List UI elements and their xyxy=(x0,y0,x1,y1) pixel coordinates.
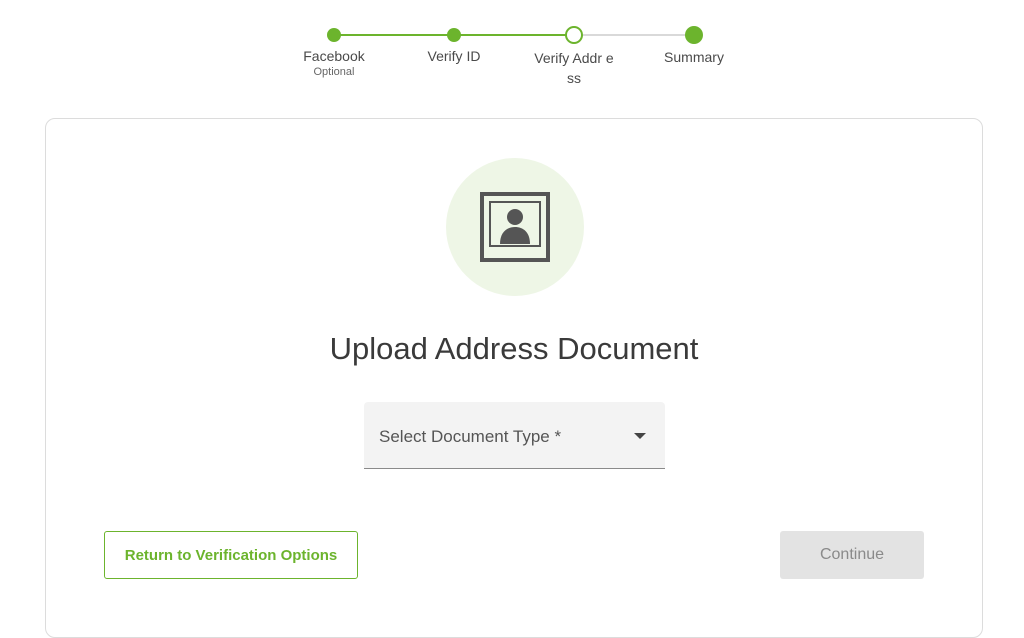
return-to-verification-options-button[interactable]: Return to Verification Options xyxy=(104,531,358,579)
step-facebook[interactable]: Facebook Optional xyxy=(284,25,384,78)
document-illustration xyxy=(446,158,584,296)
step-verify-address[interactable]: Verify Addr ess xyxy=(524,25,624,88)
step-current-ring-icon xyxy=(565,26,583,44)
continue-button[interactable]: Continue xyxy=(780,531,924,579)
step-verify-id[interactable]: Verify ID xyxy=(404,25,504,66)
progress-stepper: Facebook Optional Verify ID Verify Addr … xyxy=(274,25,754,95)
step-summary[interactable]: Summary xyxy=(644,25,744,67)
step-label: Verify ID xyxy=(427,48,481,64)
step-dot-icon xyxy=(685,26,703,44)
portrait-photo-icon xyxy=(480,192,550,262)
step-label: Summary xyxy=(664,49,724,65)
page-title: Upload Address Document xyxy=(329,331,699,366)
step-label: Verify Addr ess xyxy=(534,50,614,86)
step-label: Facebook xyxy=(303,48,365,64)
select-placeholder: Select Document Type * xyxy=(379,427,562,446)
step-optional-label: Optional xyxy=(313,66,355,78)
step-complete-dot-icon xyxy=(447,28,461,42)
caret-down-icon xyxy=(634,433,646,439)
document-type-select[interactable]: Select Document Type * xyxy=(364,402,665,469)
upload-card: Upload Address Document Select Document … xyxy=(45,118,983,638)
step-complete-dot-icon xyxy=(327,28,341,42)
